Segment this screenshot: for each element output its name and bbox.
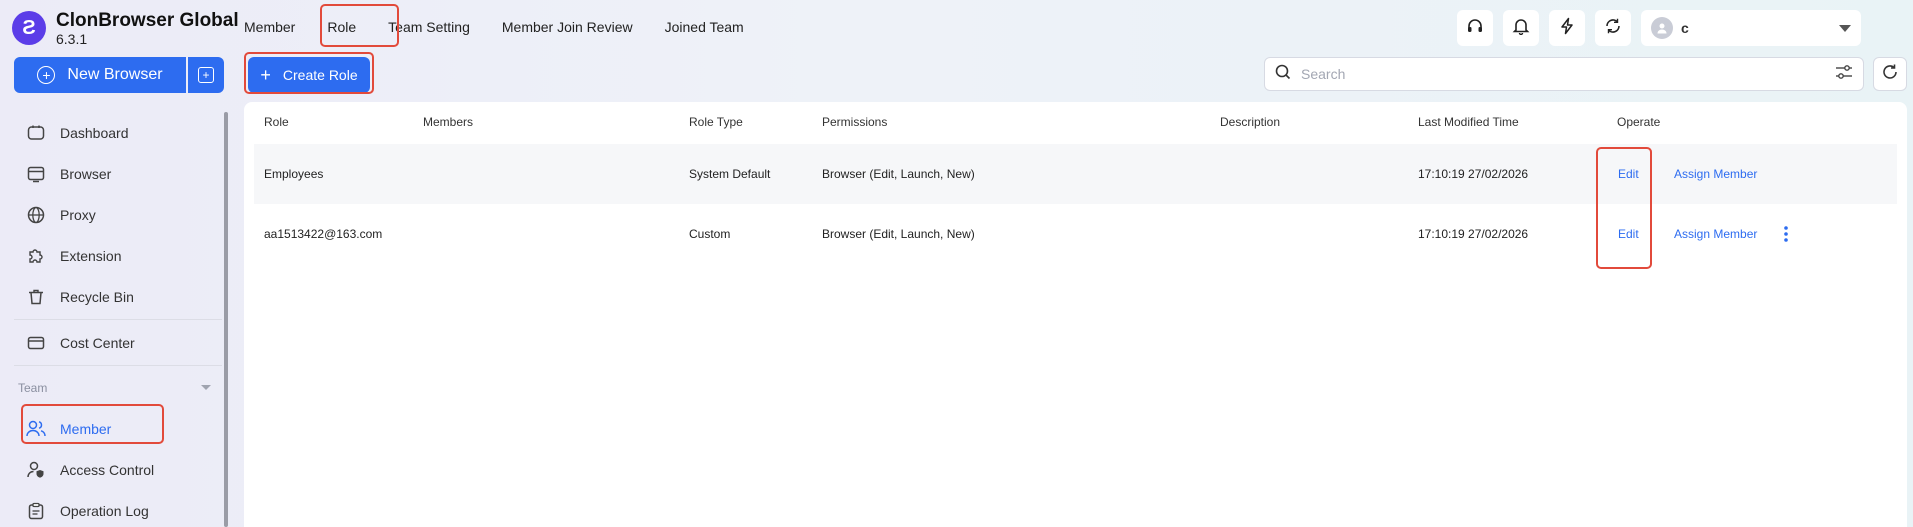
role-modified-time: 17:10:19 27/02/2026 [1418, 167, 1529, 181]
tab-role[interactable]: Role [327, 19, 356, 35]
app-logo-icon: Ƨ [12, 11, 46, 45]
chevron-down-icon [200, 381, 212, 395]
table-header: Role Members Role Type Permissions Descr… [244, 102, 1907, 142]
sync-icon [1604, 17, 1622, 40]
sidebar-item-browser[interactable]: Browser [0, 153, 224, 194]
lightning-icon [1558, 17, 1576, 40]
batch-create-button[interactable]: + [188, 57, 224, 93]
sidebar-item-label: Extension [60, 247, 122, 264]
new-browser-button[interactable]: + New Browser [14, 57, 186, 93]
more-actions-icon[interactable] [1784, 204, 1788, 264]
clipboard-icon [26, 501, 46, 521]
headset-icon [1466, 17, 1484, 40]
edit-role-link[interactable]: Edit [1618, 144, 1639, 204]
user-menu[interactable]: c [1641, 10, 1861, 46]
refresh-icon [1881, 63, 1899, 86]
support-button[interactable] [1457, 10, 1493, 46]
tab-joined-team[interactable]: Joined Team [665, 19, 744, 35]
sidebar-item-extension[interactable]: Extension [0, 235, 224, 276]
sidebar-item-proxy[interactable]: Proxy [0, 194, 224, 235]
tab-member[interactable]: Member [244, 19, 295, 35]
role-name: Employees [264, 167, 324, 181]
column-header-role: Role [264, 115, 289, 129]
trash-icon [26, 287, 46, 307]
column-header-operate: Operate [1617, 115, 1661, 129]
wallet-icon [26, 333, 46, 353]
app-version: 6.3.1 [56, 30, 88, 47]
column-header-permissions: Permissions [822, 115, 888, 129]
plus-icon: + [260, 65, 271, 85]
assign-member-link[interactable]: Assign Member [1674, 204, 1757, 264]
sync-button[interactable] [1595, 10, 1631, 46]
filter-sliders-icon[interactable] [1835, 64, 1853, 85]
notifications-button[interactable] [1503, 10, 1539, 46]
sidebar-item-label: Cost Center [60, 334, 135, 351]
app-name: ClonBrowser Global [56, 9, 239, 31]
table-row[interactable]: Employees System Default Browser (Edit, … [254, 144, 1897, 204]
column-header-role-type: Role Type [689, 115, 743, 129]
assign-member-link[interactable]: Assign Member [1674, 144, 1757, 204]
sidebar-divider [14, 319, 222, 320]
sidebar-item-cost-center[interactable]: Cost Center [0, 322, 224, 363]
sidebar-item-recycle-bin[interactable]: Recycle Bin [0, 276, 224, 317]
sidebar-divider [14, 365, 222, 366]
sidebar-item-label: Member [60, 420, 112, 437]
column-header-description: Description [1220, 115, 1281, 129]
edit-role-link[interactable]: Edit [1618, 204, 1639, 264]
top-tab-bar: Member Role Team Setting Member Join Rev… [244, 0, 776, 54]
sidebar-scrollbar[interactable] [224, 112, 228, 527]
sidebar-item-dashboard[interactable]: Dashboard [0, 112, 224, 153]
plus-circle-icon: + [37, 66, 56, 84]
tab-member-join-review[interactable]: Member Join Review [502, 19, 633, 35]
sidebar-item-label: Operation Log [60, 502, 149, 519]
browser-icon [26, 164, 46, 184]
sidebar-item-label: Dashboard [60, 124, 129, 141]
role-type: Custom [689, 227, 731, 241]
column-header-members: Members [423, 115, 474, 129]
table-row[interactable]: aa1513422@163.com Custom Browser (Edit, … [254, 204, 1897, 264]
search-box [1264, 57, 1864, 91]
bell-icon [1512, 17, 1530, 40]
quick-action-button[interactable] [1549, 10, 1585, 46]
chevron-down-icon [1839, 24, 1851, 32]
role-name: aa1513422@163.com [264, 227, 383, 241]
column-header-last-modified: Last Modified Time [1418, 115, 1519, 129]
refresh-button[interactable] [1873, 57, 1907, 91]
role-permissions: Browser (Edit, Launch, New) [822, 167, 975, 181]
create-role-button[interactable]: + Create Role [248, 57, 370, 93]
new-browser-label: New Browser [67, 66, 163, 83]
team-group-label: Team [18, 381, 48, 395]
dashboard-icon [26, 123, 46, 143]
sidebar-item-label: Access Control [60, 461, 155, 478]
role-permissions: Browser (Edit, Launch, New) [822, 227, 975, 241]
tab-team-setting[interactable]: Team Setting [388, 19, 470, 35]
avatar [1651, 17, 1673, 39]
new-browser-group: + New Browser + [14, 57, 224, 93]
search-input[interactable] [1301, 66, 1835, 82]
sidebar-item-member[interactable]: Member [0, 408, 224, 449]
sidebar-item-label: Recycle Bin [60, 288, 134, 305]
add-square-icon: + [198, 67, 214, 83]
header-actions: c [1447, 10, 1861, 46]
create-role-label: Create Role [282, 67, 358, 83]
sidebar-nav: Dashboard Browser Proxy Extension Recycl… [0, 112, 224, 527]
search-icon [1275, 64, 1291, 85]
app-brand: Ƨ ClonBrowser Global 6.3.1 [12, 8, 239, 48]
role-type: System Default [689, 167, 771, 181]
roles-table: Role Members Role Type Permissions Descr… [244, 102, 1907, 527]
user-name: c [1681, 20, 1689, 36]
puzzle-icon [26, 246, 46, 266]
sidebar-item-access-control[interactable]: Access Control [0, 449, 224, 490]
team-group-header[interactable]: Team [0, 368, 224, 408]
role-modified-time: 17:10:19 27/02/2026 [1418, 227, 1529, 241]
user-shield-icon [26, 460, 46, 480]
sidebar-item-label: Proxy [60, 206, 96, 223]
users-icon [26, 419, 46, 439]
sidebar-item-operation-log[interactable]: Operation Log [0, 490, 224, 527]
sidebar-item-label: Browser [60, 165, 112, 182]
globe-icon [26, 205, 46, 225]
